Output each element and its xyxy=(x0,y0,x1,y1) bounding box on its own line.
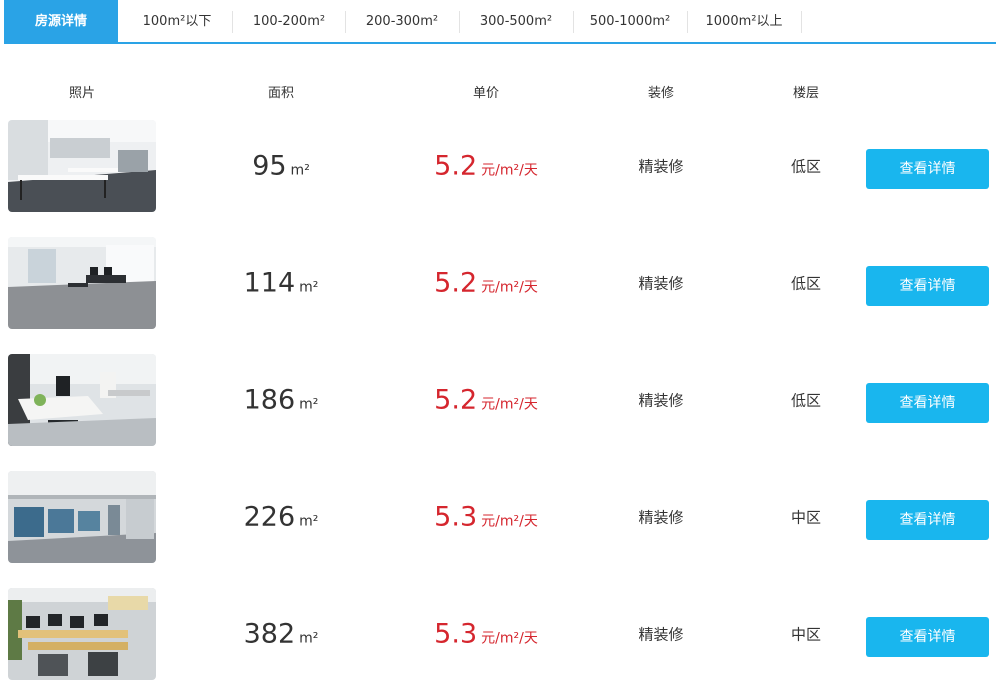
view-details-button[interactable]: 查看详情 xyxy=(866,500,989,540)
column-header-area: 面积 xyxy=(267,86,295,101)
floor-value: 低区 xyxy=(790,274,822,293)
area-number: 382 xyxy=(243,618,296,650)
area-filter-tabs: 房源详情 100m²以下 100-200m² 200-300m² 300-500… xyxy=(4,0,996,44)
floor-value: 中区 xyxy=(790,508,822,527)
decoration-value: 精装修 xyxy=(638,508,684,527)
decoration-value: 精装修 xyxy=(638,157,684,176)
price-unit: 元/m²/天 xyxy=(481,630,538,647)
price-unit: 元/m²/天 xyxy=(481,279,538,296)
tab-divider xyxy=(801,11,802,33)
price-number: 5.3 xyxy=(434,501,478,533)
price-number: 5.3 xyxy=(434,618,478,650)
tab-over-1000[interactable]: 1000m²以上 xyxy=(688,0,800,44)
area-unit: m² xyxy=(299,630,319,647)
floor-value: 低区 xyxy=(790,157,822,176)
listing-photo[interactable] xyxy=(8,471,156,563)
area-number: 186 xyxy=(243,384,296,416)
area-value: 95 m² xyxy=(252,151,310,182)
price-value: 5.3 元/m²/天 xyxy=(434,502,538,533)
price-number: 5.2 xyxy=(434,150,478,182)
view-details-button[interactable]: 查看详情 xyxy=(866,617,989,657)
price-number: 5.2 xyxy=(434,384,478,416)
floor-value: 低区 xyxy=(790,391,822,410)
area-value: 226 m² xyxy=(244,502,319,533)
column-header-floor: 楼层 xyxy=(792,86,820,101)
view-details-button[interactable]: 查看详情 xyxy=(866,383,989,423)
price-unit: 元/m²/天 xyxy=(481,396,538,413)
price-unit: 元/m²/天 xyxy=(481,162,538,179)
price-value: 5.2 元/m²/天 xyxy=(434,385,538,416)
tab-500-1000[interactable]: 500-1000m² xyxy=(574,0,686,44)
area-value: 114 m² xyxy=(244,268,319,299)
price-value: 5.2 元/m²/天 xyxy=(434,268,538,299)
area-number: 95 xyxy=(252,150,287,182)
table-row: 95 m² 5.2 元/m²/天 精装修 低区 查看详情 xyxy=(0,120,1000,215)
area-unit: m² xyxy=(299,513,319,530)
area-number: 114 xyxy=(243,267,296,299)
tab-300-500[interactable]: 300-500m² xyxy=(460,0,572,44)
table-row: 186 m² 5.2 元/m²/天 精装修 低区 查看详情 xyxy=(0,354,1000,449)
listing-photo[interactable] xyxy=(8,120,156,212)
area-unit: m² xyxy=(299,396,319,413)
column-header-photo: 照片 xyxy=(68,86,96,101)
price-number: 5.2 xyxy=(434,267,478,299)
view-details-button[interactable]: 查看详情 xyxy=(866,266,989,306)
tab-under-100[interactable]: 100m²以下 xyxy=(122,0,232,44)
area-value: 382 m² xyxy=(244,619,319,650)
table-row: 114 m² 5.2 元/m²/天 精装修 低区 查看详情 xyxy=(0,237,1000,332)
view-details-button[interactable]: 查看详情 xyxy=(866,149,989,189)
area-number: 226 xyxy=(243,501,296,533)
listing-photo[interactable] xyxy=(8,237,156,329)
floor-value: 中区 xyxy=(790,625,822,644)
listing-photo[interactable] xyxy=(8,588,156,680)
decoration-value: 精装修 xyxy=(638,625,684,644)
price-unit: 元/m²/天 xyxy=(481,513,538,530)
table-row: 382 m² 5.3 元/m²/天 精装修 中区 查看详情 xyxy=(0,588,1000,683)
tab-listing-details[interactable]: 房源详情 xyxy=(4,0,118,44)
area-unit: m² xyxy=(299,279,319,296)
column-header-decoration: 装修 xyxy=(647,86,675,101)
price-value: 5.2 元/m²/天 xyxy=(434,151,538,182)
column-header-price: 单价 xyxy=(472,86,500,101)
price-value: 5.3 元/m²/天 xyxy=(434,619,538,650)
area-unit: m² xyxy=(290,162,310,179)
table-row: 226 m² 5.3 元/m²/天 精装修 中区 查看详情 xyxy=(0,471,1000,566)
tab-100-200[interactable]: 100-200m² xyxy=(233,0,345,44)
tab-200-300[interactable]: 200-300m² xyxy=(346,0,458,44)
decoration-value: 精装修 xyxy=(638,274,684,293)
decoration-value: 精装修 xyxy=(638,391,684,410)
area-value: 186 m² xyxy=(244,385,319,416)
listing-photo[interactable] xyxy=(8,354,156,446)
